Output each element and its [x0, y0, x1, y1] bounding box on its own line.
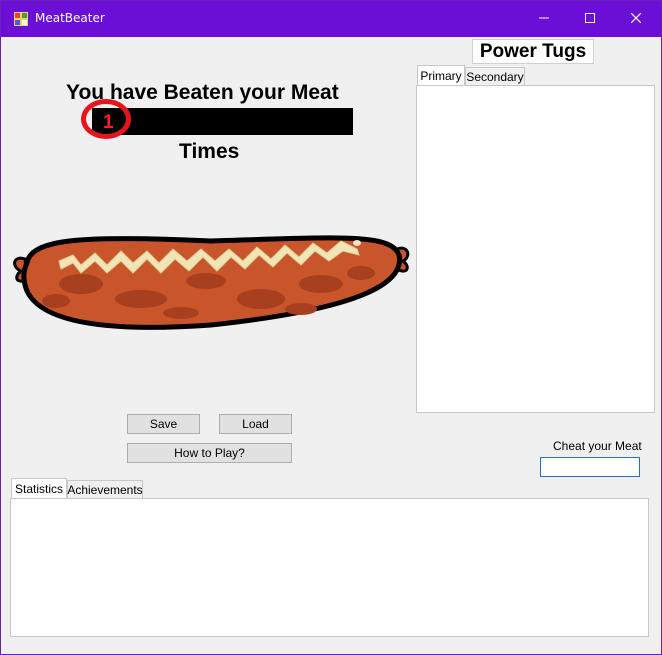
save-button[interactable]: Save	[127, 414, 200, 434]
power-tugs-title: Power Tugs	[472, 39, 594, 64]
sausage-highlight	[353, 240, 361, 246]
close-button[interactable]	[613, 1, 659, 37]
app-window: MeatBeater You have Beaten your Meat 1 T…	[0, 0, 662, 655]
tab-primary[interactable]: Primary	[417, 65, 465, 86]
how-to-play-button[interactable]: How to Play?	[127, 443, 292, 463]
counter-display	[92, 108, 353, 135]
window-title: MeatBeater	[35, 11, 105, 25]
power-tugs-panel[interactable]	[416, 85, 655, 413]
title-bar[interactable]: MeatBeater	[1, 1, 661, 37]
cheat-input[interactable]	[540, 457, 640, 477]
sausage-image[interactable]	[11, 229, 411, 341]
cheat-label: Cheat your Meat	[553, 439, 642, 453]
minimize-button[interactable]	[521, 1, 567, 37]
app-icon	[14, 12, 28, 26]
tab-secondary[interactable]: Secondary	[465, 67, 525, 86]
counter-highlight-circle	[81, 99, 131, 139]
minimize-icon	[539, 10, 549, 28]
statistics-panel[interactable]	[10, 498, 649, 637]
tab-statistics[interactable]: Statistics	[11, 478, 67, 499]
times-label: Times	[179, 140, 240, 163]
maximize-icon	[585, 10, 595, 28]
tab-achievements[interactable]: Achievements	[67, 480, 143, 499]
maximize-button[interactable]	[567, 1, 613, 37]
load-button[interactable]: Load	[219, 414, 292, 434]
close-icon	[630, 10, 642, 28]
